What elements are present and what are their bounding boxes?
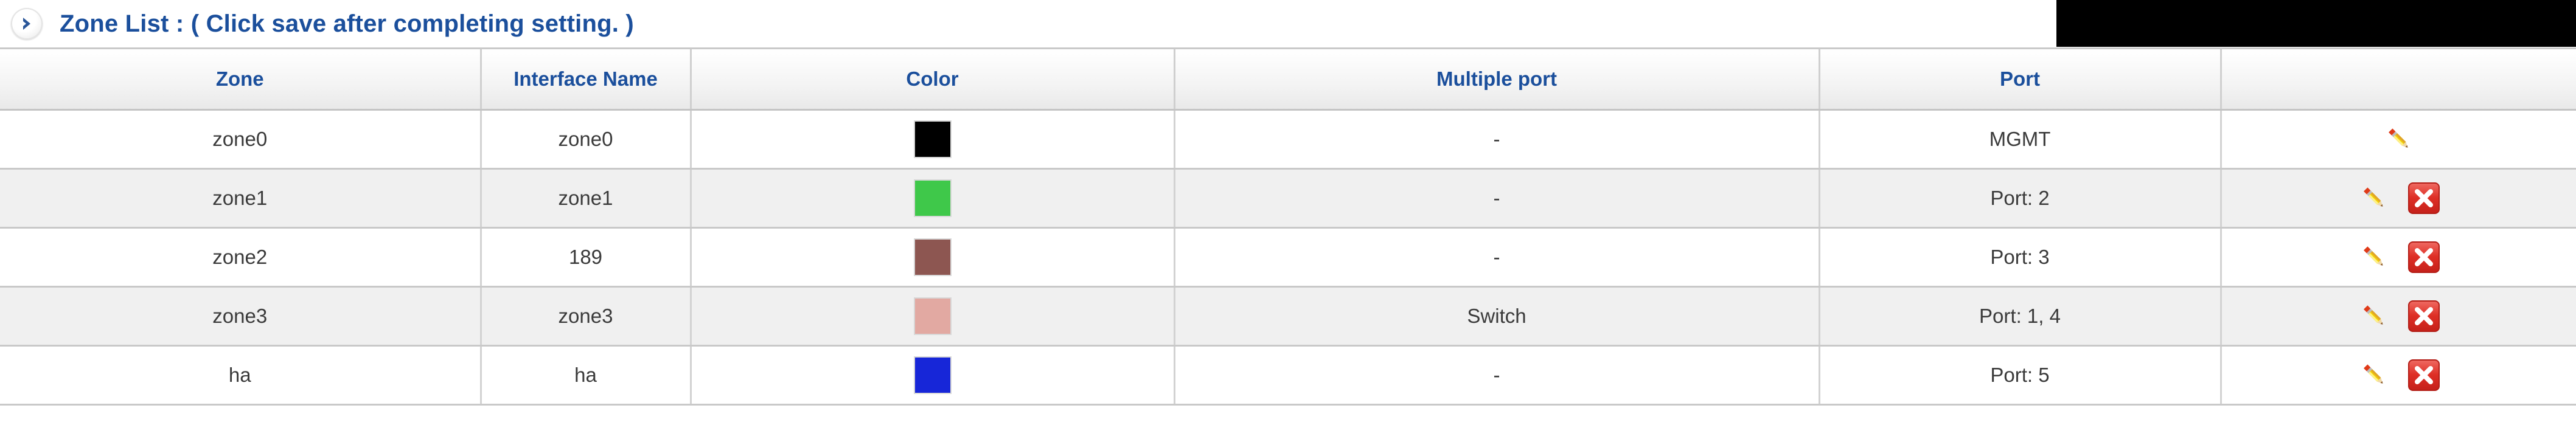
cell-color <box>691 286 1175 347</box>
column-header-port: Port <box>1819 49 2222 111</box>
row-action-group <box>2222 288 2576 345</box>
cell-zone: ha <box>0 345 482 406</box>
delete-icon[interactable] <box>2406 357 2442 393</box>
table-row: zone1 zone1 - Port: 2 <box>0 168 2576 229</box>
pencil-icon[interactable] <box>2356 298 2392 334</box>
cell-multiple-port: - <box>1174 109 1820 170</box>
color-swatch-brown <box>913 238 952 276</box>
column-header-color: Color <box>691 49 1175 111</box>
delete-icon[interactable] <box>2406 298 2442 334</box>
cell-port: MGMT <box>1819 109 2222 170</box>
page-title-main: Zone List : <box>60 10 191 37</box>
cell-zone: zone3 <box>0 286 482 347</box>
color-swatch-pink <box>913 297 952 335</box>
cell-port: Port: 3 <box>1819 227 2222 288</box>
page-header: Zone List : ( Click save after completin… <box>0 0 2576 47</box>
cell-interface-name: zone3 <box>481 286 692 347</box>
cell-zone: zone2 <box>0 227 482 288</box>
table-row: ha ha - Port: 5 <box>0 345 2576 406</box>
zone-list-table: Zone Interface Name Color Multiple port … <box>0 49 2576 406</box>
pencil-icon[interactable] <box>2356 357 2392 393</box>
column-header-interface-name: Interface Name <box>481 49 692 111</box>
cell-actions <box>2221 168 2576 229</box>
cell-color <box>691 345 1175 406</box>
pencil-icon[interactable] <box>2356 239 2392 275</box>
cell-color <box>691 109 1175 170</box>
table-row: zone3 zone3 Switch Port: 1, 4 <box>0 286 2576 347</box>
row-action-group <box>2222 170 2576 227</box>
delete-icon[interactable] <box>2406 180 2442 216</box>
cell-multiple-port: - <box>1174 227 1820 288</box>
cell-color <box>691 227 1175 288</box>
row-action-group <box>2222 111 2576 168</box>
cell-actions <box>2221 345 2576 406</box>
cell-interface-name: zone0 <box>481 109 692 170</box>
color-swatch-blue <box>913 356 952 394</box>
zone-list-table-container: Zone Interface Name Color Multiple port … <box>0 47 2576 439</box>
cell-multiple-port: - <box>1174 345 1820 406</box>
cell-port: Port: 5 <box>1819 345 2222 406</box>
page-title: Zone List : ( Click save after completin… <box>60 10 634 38</box>
pencil-icon[interactable] <box>2356 180 2392 216</box>
table-row: zone2 189 - Port: 3 <box>0 227 2576 288</box>
cell-color <box>691 168 1175 229</box>
column-header-zone: Zone <box>0 49 482 111</box>
cell-multiple-port: - <box>1174 168 1820 229</box>
color-swatch-black <box>913 120 952 158</box>
cell-interface-name: ha <box>481 345 692 406</box>
table-body: zone0 zone0- MGMT zone1 zone1- Port: 2 zone2 18… <box>0 109 2576 406</box>
cell-interface-name: 189 <box>481 227 692 288</box>
cell-port: Port: 1, 4 <box>1819 286 2222 347</box>
pencil-icon[interactable] <box>2381 121 2417 157</box>
row-action-group <box>2222 229 2576 286</box>
delete-icon[interactable] <box>2406 239 2442 275</box>
cell-multiple-port: Switch <box>1174 286 1820 347</box>
table-row: zone0 zone0 - MGMT <box>0 109 2576 170</box>
chevron-right-circle-icon[interactable] <box>11 8 43 40</box>
column-header-multiple-port: Multiple port <box>1174 49 1820 111</box>
cell-interface-name: zone1 <box>481 168 692 229</box>
column-header-actions <box>2221 49 2576 111</box>
cell-zone: zone1 <box>0 168 482 229</box>
color-swatch-green <box>913 179 952 217</box>
row-action-group <box>2222 347 2576 404</box>
masked-region <box>2056 0 2576 47</box>
page-title-note: ( Click save after completing setting. ) <box>190 10 634 37</box>
cell-actions <box>2221 286 2576 347</box>
cell-port: Port: 2 <box>1819 168 2222 229</box>
cell-actions <box>2221 109 2576 170</box>
cell-zone: zone0 <box>0 109 482 170</box>
table-header-row: Zone Interface Name Color Multiple port … <box>0 49 2576 111</box>
cell-actions <box>2221 227 2576 288</box>
